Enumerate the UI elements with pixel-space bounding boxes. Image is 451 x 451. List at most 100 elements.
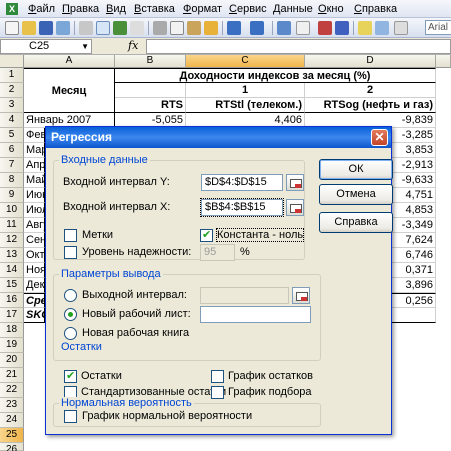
formula-input[interactable] (146, 39, 451, 54)
cell-average-label[interactable]: Сред (24, 293, 45, 308)
output-range-field[interactable] (200, 287, 289, 304)
row-header[interactable]: 20 (0, 353, 24, 368)
zoom-box-icon[interactable] (394, 21, 408, 35)
cell-rtsog-value[interactable]: 3,896 (392, 278, 436, 293)
row-header[interactable]: 5 (0, 128, 24, 143)
row-header[interactable]: 15 (0, 278, 24, 293)
cell-month[interactable]: Авгу (24, 218, 45, 233)
menu-edit[interactable]: Правка (62, 3, 99, 15)
cell-month[interactable]: Фев (24, 128, 45, 143)
row-header[interactable]: 3 (0, 98, 24, 113)
cell-rtsog-value[interactable]: 4,751 (392, 188, 436, 203)
row-header[interactable]: 19 (0, 338, 24, 353)
constant-zero-checkbox[interactable] (200, 228, 213, 242)
permission-icon[interactable] (56, 21, 70, 35)
cell-month[interactable]: Ноя (24, 263, 45, 278)
row-header[interactable]: 16 (0, 293, 24, 308)
print-preview-icon[interactable] (96, 21, 110, 35)
cell-rtsog-value[interactable]: -3,349 (392, 218, 436, 233)
confidence-checkbox[interactable] (64, 246, 77, 259)
menu-data[interactable]: Данные (273, 3, 313, 15)
row-header[interactable]: 11 (0, 218, 24, 233)
undo-icon[interactable] (227, 21, 241, 35)
collapse-dialog-icon[interactable] (286, 174, 304, 191)
font-name-box[interactable]: Arial (425, 20, 451, 35)
cell-rtsog-value[interactable]: 3,853 (392, 143, 436, 158)
sort-ascending-icon[interactable] (318, 21, 332, 35)
cell-b2[interactable] (115, 83, 186, 98)
dialog-title-bar[interactable]: Регрессия (46, 127, 391, 148)
research-icon[interactable] (130, 21, 144, 35)
column-header-c[interactable]: C (186, 55, 305, 68)
row-header[interactable]: 13 (0, 248, 24, 263)
row-header[interactable]: 21 (0, 368, 24, 383)
new-file-icon[interactable] (5, 21, 19, 35)
menu-help[interactable]: Справка (354, 3, 397, 15)
header-month[interactable]: Месяц (24, 68, 115, 113)
header-number-1[interactable]: 1 (186, 83, 305, 98)
open-folder-icon[interactable] (22, 21, 36, 35)
cell-rtsog-value[interactable]: -9,633 (392, 173, 436, 188)
chart-wizard-icon[interactable] (358, 21, 372, 35)
header-number-2[interactable]: 2 (305, 83, 436, 98)
row-header[interactable]: 2 (0, 83, 24, 98)
excel-icon[interactable]: X (6, 3, 18, 15)
cell-rtsog-value[interactable]: 7,624 (392, 233, 436, 248)
row-header[interactable]: 1 (0, 68, 24, 83)
normal-plot-checkbox[interactable] (64, 410, 77, 423)
row-header[interactable]: 12 (0, 233, 24, 248)
sort-descending-icon[interactable] (335, 21, 349, 35)
copy-icon[interactable] (170, 21, 184, 35)
row-header[interactable]: 6 (0, 143, 24, 158)
autosum-icon[interactable] (296, 21, 310, 35)
cut-icon[interactable] (153, 21, 167, 35)
menu-insert[interactable]: Вставка (134, 3, 175, 15)
column-header-d[interactable]: D (305, 55, 436, 68)
cell-rtsog-value[interactable]: 0,371 (392, 263, 436, 278)
collapse-dialog-icon[interactable] (286, 199, 304, 216)
cell-month[interactable]: Май (24, 173, 45, 188)
cell-month[interactable]: Июн (24, 188, 45, 203)
name-box[interactable]: C25 ▼ (0, 39, 92, 54)
residual-plot-checkbox[interactable] (211, 370, 224, 383)
header-index-returns[interactable]: Доходности индексов за месяц (%) (115, 68, 436, 83)
cell-rtsog-value[interactable]: -2,913 (392, 158, 436, 173)
column-header-e[interactable] (436, 55, 451, 68)
new-sheet-field[interactable] (200, 306, 311, 323)
save-icon[interactable] (39, 21, 53, 35)
cell-rtsog-std[interactable] (392, 308, 436, 323)
row-header[interactable]: 24 (0, 413, 24, 428)
column-header-b[interactable]: B (115, 55, 186, 68)
header-rts[interactable]: RTS (115, 98, 186, 113)
row-header[interactable]: 9 (0, 188, 24, 203)
residuals-checkbox[interactable] (64, 369, 77, 383)
help-button[interactable]: Справка (319, 212, 393, 233)
menu-tools[interactable]: Сервис (229, 3, 267, 15)
format-painter-icon[interactable] (204, 21, 218, 35)
cell-month[interactable]: Апр (24, 158, 45, 173)
new-sheet-radio[interactable] (64, 308, 77, 321)
chevron-down-icon[interactable]: ▼ (81, 40, 89, 53)
hyperlink-icon[interactable] (277, 21, 291, 35)
row-header[interactable]: 8 (0, 173, 24, 188)
ok-button[interactable]: ОК (319, 159, 393, 180)
spelling-icon[interactable] (113, 21, 127, 35)
redo-icon[interactable] (250, 21, 264, 35)
cancel-button[interactable]: Отмена (319, 184, 393, 205)
cell-rtsog-value[interactable]: 4,853 (392, 203, 436, 218)
cell-month[interactable]: Сент (24, 233, 45, 248)
header-rtsog[interactable]: RTSog (нефть и газ) (305, 98, 436, 113)
confidence-field[interactable]: 95 (200, 244, 235, 261)
menu-format[interactable]: Формат (183, 3, 222, 15)
row-header[interactable]: 7 (0, 158, 24, 173)
cell-rtsog-value[interactable]: 6,746 (392, 248, 436, 263)
fx-icon[interactable]: fx (128, 39, 138, 52)
row-header[interactable]: 10 (0, 203, 24, 218)
cell-rtsog-value[interactable]: -3,285 (392, 128, 436, 143)
menu-view[interactable]: Вид (106, 3, 126, 15)
cell-month[interactable]: Октя (24, 248, 45, 263)
header-rtstl[interactable]: RTStl (телеком.) (186, 98, 305, 113)
drawing-icon[interactable] (375, 21, 389, 35)
cell-rtsog-average[interactable]: 0,256 (392, 293, 436, 308)
print-icon[interactable] (79, 21, 93, 35)
